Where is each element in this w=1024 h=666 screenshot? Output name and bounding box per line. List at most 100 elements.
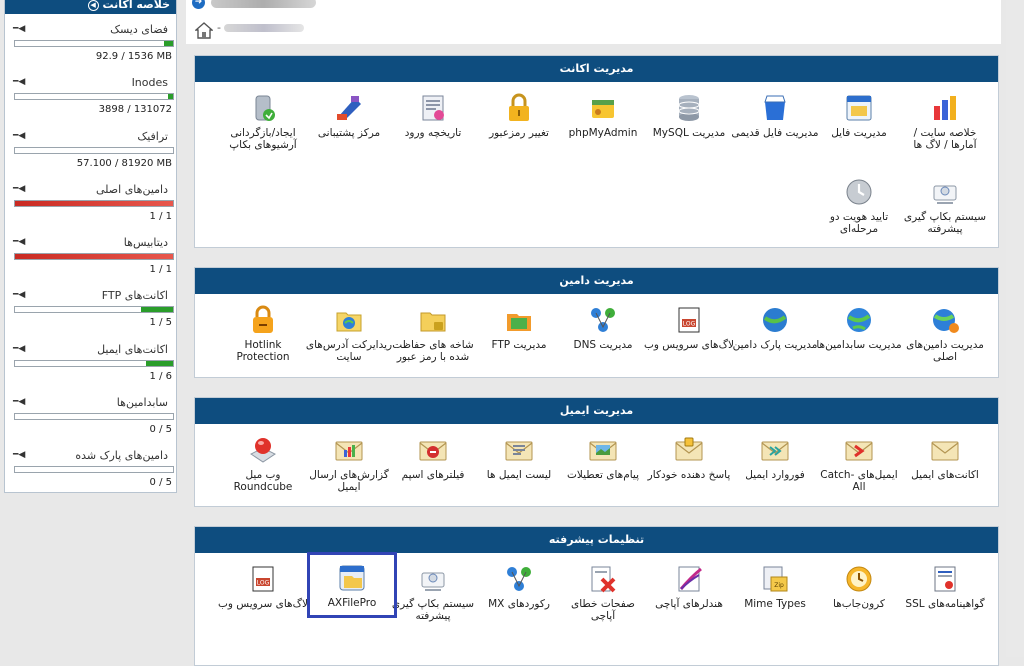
stat-label: اکانت‌های ایمیل: [97, 342, 168, 356]
tool-catch-all-envelope[interactable]: ایمیل‌های Catch-All: [814, 434, 904, 493]
two-factor-icon: [846, 179, 872, 205]
stat-label: دیتابیس‌ها: [123, 236, 168, 250]
expand-arrow-icon[interactable]: ◀━: [13, 77, 25, 87]
tool-login-history[interactable]: تاریخچه ورود: [388, 92, 478, 139]
stat-item: ◀━ اکانت‌های FTP 1 / 5: [5, 280, 176, 333]
legacy-file-manager-icon: [764, 95, 786, 120]
tool-backup-archive[interactable]: ایجاد/بازگردانی آرشیوهای بکاپ: [218, 92, 308, 151]
expand-arrow-icon[interactable]: ◀━: [13, 450, 25, 460]
tool-file-manager[interactable]: مدیریت فایل: [814, 92, 904, 139]
tool-two-factor[interactable]: تایید هویت دو مرحله‌ای: [814, 176, 904, 235]
stat-label: اکانت‌های FTP: [101, 289, 168, 303]
expand-arrow-icon[interactable]: ◀━: [13, 131, 25, 141]
back-arrow-icon[interactable]: ➜: [192, 0, 205, 9]
tool-forward-envelope[interactable]: فوروارد ایمیل: [730, 434, 820, 481]
stat-value: 57.100 / 81920 MB: [76, 157, 172, 169]
tool-legacy-file-manager[interactable]: مدیریت فایل قدیمی: [730, 92, 820, 139]
expand-arrow-icon[interactable]: ◀━: [13, 24, 25, 34]
tool-globe[interactable]: مدیریت سابدامین‌ها: [814, 304, 904, 351]
tool-label: AXFilePro: [327, 597, 377, 609]
tool-label: لیست ایمیل ها: [486, 469, 552, 481]
tool-label: مدیریت MySQL: [652, 127, 726, 139]
tool-label: کرون‌جاب‌ها: [833, 598, 885, 610]
tool-support-center[interactable]: مرکز پشتیبانی: [304, 92, 394, 139]
tool-label: مدیریت فایل: [831, 127, 887, 139]
tool-stats-chart[interactable]: خلاصه سایت / آمارها / لاگ ها: [900, 92, 990, 151]
tool-vacation-message[interactable]: پیام‌های تعطیلات: [558, 434, 648, 481]
tool-database[interactable]: مدیریت MySQL: [644, 92, 734, 139]
tool-label: تایید هویت دو مرحله‌ای: [829, 211, 889, 235]
expand-arrow-icon[interactable]: ◀━: [13, 290, 25, 300]
page-scrollbar[interactable]: [1006, 0, 1024, 657]
tool-label: سیستم بکاپ گیری پیشرفته: [391, 598, 475, 622]
home-icon[interactable]: [195, 22, 213, 39]
expand-arrow-icon[interactable]: ◀━: [13, 237, 25, 247]
tool-label: Mime Types: [744, 598, 806, 610]
stat-value: 0 / 5: [149, 424, 172, 436]
tool-ftp-folder[interactable]: مدیریت FTP: [474, 304, 564, 351]
tool-log-file[interactable]: LOG لاگ‌های سرویس وب: [644, 304, 734, 351]
usage-bar-fill: [146, 360, 173, 366]
mx-records-icon: [507, 567, 531, 591]
stat-value: 1 / 6: [149, 370, 172, 382]
tool-roundcube[interactable]: وب میل Roundcube: [218, 434, 308, 493]
log-file-icon: LOG: [678, 307, 700, 333]
stat-item: ◀━ Inodes 3898 / 131072: [5, 67, 176, 120]
tool-clock[interactable]: کرون‌جاب‌ها: [814, 563, 904, 610]
usage-bar: [14, 359, 174, 367]
usage-bar: [14, 306, 174, 314]
delivery-report-icon: [335, 441, 363, 461]
tool-dns-network[interactable]: مدیریت DNS: [558, 304, 648, 351]
tool-delivery-report[interactable]: گزارش‌های ارسال ایمیل: [304, 434, 394, 493]
tool-park-domain-globe[interactable]: مدیریت پارک دامین: [730, 304, 820, 351]
stat-label: سابدامین‌ها: [116, 396, 168, 410]
autoresponder-icon: [675, 437, 703, 461]
tool-mime-types[interactable]: Zip Mime Types: [730, 563, 820, 610]
sidebar-header[interactable]: خلاصه اکانت ◀: [5, 0, 176, 14]
tool-label: ایجاد/بازگردانی آرشیوهای بکاپ: [229, 127, 297, 151]
tool-advanced-backup[interactable]: سیستم بکاپ گیری پیشرفته: [388, 563, 478, 622]
stat-value: 0 / 5: [149, 477, 172, 489]
stat-value: 1 / 1: [149, 210, 172, 222]
expand-arrow-icon[interactable]: ◀━: [13, 397, 25, 407]
tool-mailing-list[interactable]: لیست ایمیل ها: [474, 434, 564, 481]
usage-bar-fill: [15, 254, 173, 260]
stat-label: Inodes: [131, 76, 168, 90]
catch-all-envelope-icon: [845, 441, 873, 461]
ftp-folder-icon: [507, 314, 531, 331]
tool-apache-handler[interactable]: هندلرهای آپاچی: [644, 563, 734, 610]
stat-item: ◀━ دامین‌های اصلی 1 / 1: [5, 174, 176, 227]
svg-text:LOG: LOG: [257, 580, 270, 587]
breadcrumb-separator: -: [217, 21, 221, 34]
stat-label: فضای دیسک: [110, 23, 168, 36]
tool-axfilepro[interactable]: AXFilePro: [307, 552, 397, 618]
expand-arrow-icon[interactable]: ◀━: [13, 344, 25, 354]
tool-hotlink-lock[interactable]: Hotlink Protection: [218, 304, 308, 363]
expand-arrow-icon[interactable]: ◀━: [13, 184, 25, 194]
tool-autoresponder[interactable]: پاسخ دهنده خودکار: [644, 434, 734, 481]
tool-advanced-backup[interactable]: سیستم بکاپ گیری پیشرفته: [900, 176, 990, 235]
tool-ssl-certificate[interactable]: گواهینامه‌های SSL: [900, 563, 990, 610]
globe-gear-icon: [933, 309, 959, 333]
email-management-panel: مدیریت ایمیل اکانت‌های ایمیل ایمیل‌های Ca…: [194, 397, 999, 507]
tool-padlock[interactable]: تغییر رمزعبور: [474, 92, 564, 139]
tool-envelope[interactable]: اکانت‌های ایمیل: [900, 434, 990, 481]
stat-label: ترافیک: [137, 129, 168, 143]
tool-label: phpMyAdmin: [568, 127, 638, 139]
tool-redirect[interactable]: ریدایرکت آدرس‌های سایت: [304, 304, 394, 363]
tool-log-file[interactable]: LOG لاگ‌های سرویس وب: [218, 563, 308, 610]
axfilepro-icon: [339, 565, 365, 591]
tool-phpmyadmin[interactable]: phpMyAdmin: [558, 92, 648, 139]
tool-protected-folder[interactable]: شاخه های حفاظت شده با رمز عبور: [388, 304, 478, 363]
tool-globe-gear[interactable]: مدیریت دامین‌های اصلی: [900, 304, 990, 363]
usage-bar: [14, 146, 174, 154]
advanced-backup-icon: [421, 572, 445, 591]
domain-management-panel: مدیریت دامین مدیریت دامین‌های اصلی مدیریت…: [194, 267, 999, 378]
tool-label: مدیریت دامین‌های اصلی: [906, 339, 984, 363]
collapse-icon[interactable]: ◀: [87, 0, 99, 11]
panel-title-account: مدیریت اکانت: [195, 56, 998, 82]
usage-bar: [14, 413, 174, 421]
tool-spam-filter[interactable]: فیلترهای اسپم: [388, 434, 478, 481]
tool-error-page[interactable]: صفحات خطای آپاچی: [558, 563, 648, 622]
tool-mx-records[interactable]: رکوردهای MX: [474, 563, 564, 610]
